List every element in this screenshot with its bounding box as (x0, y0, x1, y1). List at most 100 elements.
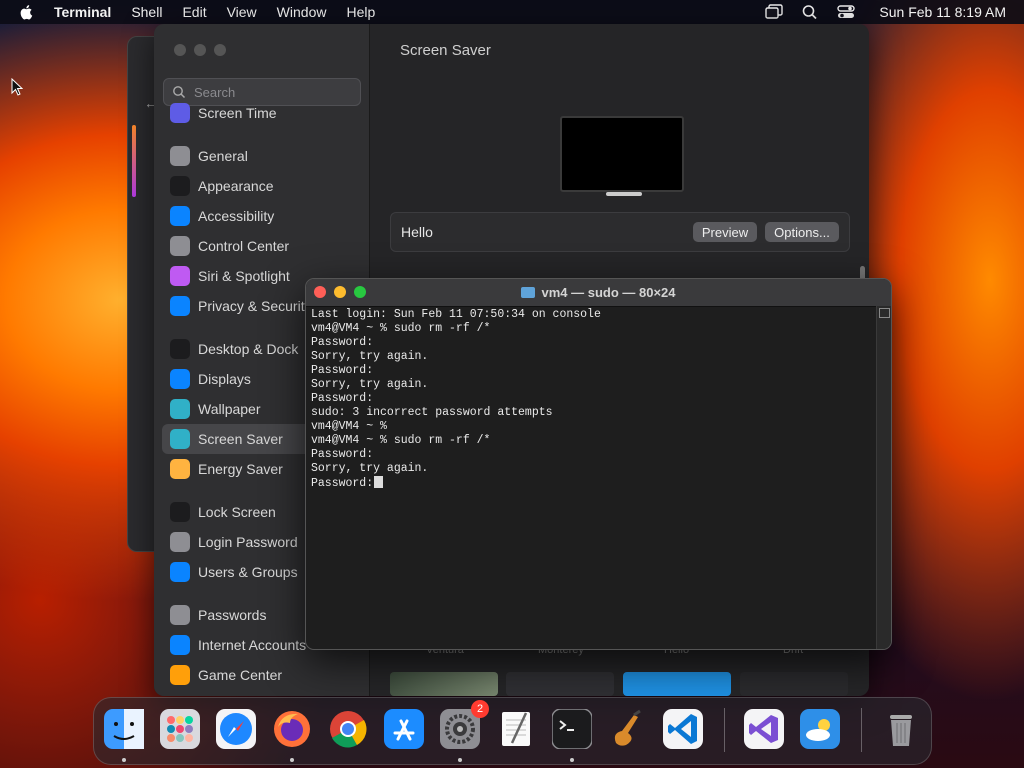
screen-mirroring-icon[interactable] (765, 4, 784, 20)
text-cursor (374, 476, 384, 488)
lock-icon (170, 532, 190, 552)
users-icon (170, 562, 190, 582)
screen-saver-preview (560, 116, 684, 196)
weather-icon[interactable] (797, 706, 843, 752)
terminal-line-text: Password: (311, 477, 374, 490)
launchpad-icon[interactable] (157, 706, 203, 752)
screen-saver-row: Hello Preview Options... (390, 212, 850, 252)
sidebar-item[interactable]: Appearance (162, 171, 362, 201)
terminal-line: Password: (311, 392, 871, 406)
game-center-icon (170, 665, 190, 685)
thumbnail-hello[interactable] (623, 672, 731, 696)
sidebar-item-label: General (198, 148, 248, 164)
menubar-clock[interactable]: Sun Feb 11 8:19 AM (879, 4, 1006, 20)
gear-icon (170, 146, 190, 166)
sidebar-item[interactable]: Game Center (162, 660, 362, 690)
terminal-line-text: Password: (311, 448, 374, 461)
sidebar-item-label: Desktop & Dock (198, 341, 299, 357)
terminal-line: Password: (311, 448, 871, 462)
sidebar-item-label: Screen Saver (198, 431, 283, 447)
thumbnail-monterey[interactable] (506, 672, 614, 696)
sidebar-item[interactable]: Control Center (162, 231, 362, 261)
sidebar-item[interactable]: Screen Time (162, 98, 362, 128)
split-pane-icon[interactable] (879, 308, 890, 318)
terminal-output[interactable]: Last login: Sun Feb 11 07:50:34 on conso… (311, 308, 871, 490)
search-icon[interactable] (801, 4, 819, 20)
visual-studio-icon[interactable] (741, 706, 787, 752)
desktop-icon (170, 339, 190, 359)
sidebar-item-label: Game Center (198, 667, 283, 683)
thumbnail-drift[interactable] (740, 672, 848, 696)
terminal-line: vm4@VM4 ~ % sudo rm -rf /* (311, 322, 871, 336)
menu-help[interactable]: Help (346, 4, 375, 20)
terminal-title-text: vm4 — sudo — 80×24 (541, 285, 676, 300)
wallpaper-icon (170, 399, 190, 419)
minimize-button[interactable] (194, 44, 206, 56)
sidebar-item-label: Siri & Spotlight (198, 268, 290, 284)
terminal-line: sudo: 3 incorrect password attempts (311, 406, 871, 420)
safari-icon[interactable] (213, 706, 259, 752)
chrome-icon[interactable] (325, 706, 371, 752)
menu-app-name[interactable]: Terminal (54, 4, 111, 20)
terminal-line-text: sudo: 3 incorrect password attempts (311, 406, 553, 419)
running-indicator (458, 758, 462, 762)
terminal-line-text: Sorry, try again. (311, 350, 429, 363)
terminal-line-text: Password: (311, 392, 374, 405)
sidebar-item-label: Wallpaper (198, 401, 261, 417)
terminal-titlebar[interactable]: vm4 — sudo — 80×24 (306, 279, 891, 307)
terminal-line: Sorry, try again. (311, 350, 871, 364)
sidebar-item[interactable]: General (162, 141, 362, 171)
siri-icon (170, 266, 190, 286)
sidebar-item-label: Displays (198, 371, 251, 387)
display-stand (606, 192, 642, 196)
running-indicator (570, 758, 574, 762)
terminal-line: Password: (311, 476, 871, 490)
terminal-title: vm4 — sudo — 80×24 (306, 285, 891, 300)
firefox-icon[interactable] (269, 706, 315, 752)
terminal-line: Password: (311, 364, 871, 378)
menu-view[interactable]: View (227, 4, 257, 20)
app-store-icon[interactable] (381, 706, 427, 752)
sidebar-item-label: Login Password (198, 534, 298, 550)
sidebar-item-label: Internet Accounts (198, 637, 307, 653)
textedit-icon[interactable] (493, 706, 539, 752)
thumbnail-ventura[interactable] (390, 672, 498, 696)
terminal-icon[interactable] (549, 706, 595, 752)
finder-icon[interactable] (101, 706, 147, 752)
dock-separator (724, 708, 725, 752)
terminal-line: vm4@VM4 ~ % sudo rm -rf /* (311, 434, 871, 448)
sidebar-item-label: Energy Saver (198, 461, 283, 477)
close-button[interactable] (174, 44, 186, 56)
control-center-icon[interactable] (837, 4, 856, 20)
sidebar-item-label: Passwords (198, 607, 267, 623)
at-icon (170, 635, 190, 655)
preview-button[interactable]: Preview (693, 222, 757, 242)
vscode-icon[interactable] (660, 706, 706, 752)
control-center-icon (170, 236, 190, 256)
menu-edit[interactable]: Edit (182, 4, 206, 20)
window-controls (174, 44, 226, 56)
terminal-line: Last login: Sun Feb 11 07:50:34 on conso… (311, 308, 871, 322)
menu-window[interactable]: Window (277, 4, 327, 20)
terminal-line-text: Password: (311, 364, 374, 377)
search-icon (173, 86, 186, 99)
terminal-line-text: vm4@VM4 ~ % sudo rm -rf /* (311, 322, 491, 335)
options-button[interactable]: Options... (765, 222, 839, 242)
menu-shell[interactable]: Shell (131, 4, 162, 20)
garageband-icon[interactable] (605, 706, 651, 752)
terminal-scrollbar[interactable] (876, 306, 891, 649)
terminal-line: Password: (311, 336, 871, 350)
sidebar-item-label: Control Center (198, 238, 290, 254)
terminal-window[interactable]: vm4 — sudo — 80×24 Last login: Sun Feb 1… (305, 278, 892, 650)
terminal-line: Sorry, try again. (311, 378, 871, 392)
sidebar-item[interactable]: Accessibility (162, 201, 362, 231)
terminal-line-text: Password: (311, 336, 374, 349)
apple-icon[interactable] (18, 3, 36, 21)
trash-icon[interactable] (878, 706, 924, 752)
dock: 2 (93, 697, 932, 765)
running-indicator (122, 758, 126, 762)
system-settings-icon[interactable]: 2 (437, 700, 489, 752)
zoom-button[interactable] (214, 44, 226, 56)
accent-stripe (132, 125, 136, 197)
